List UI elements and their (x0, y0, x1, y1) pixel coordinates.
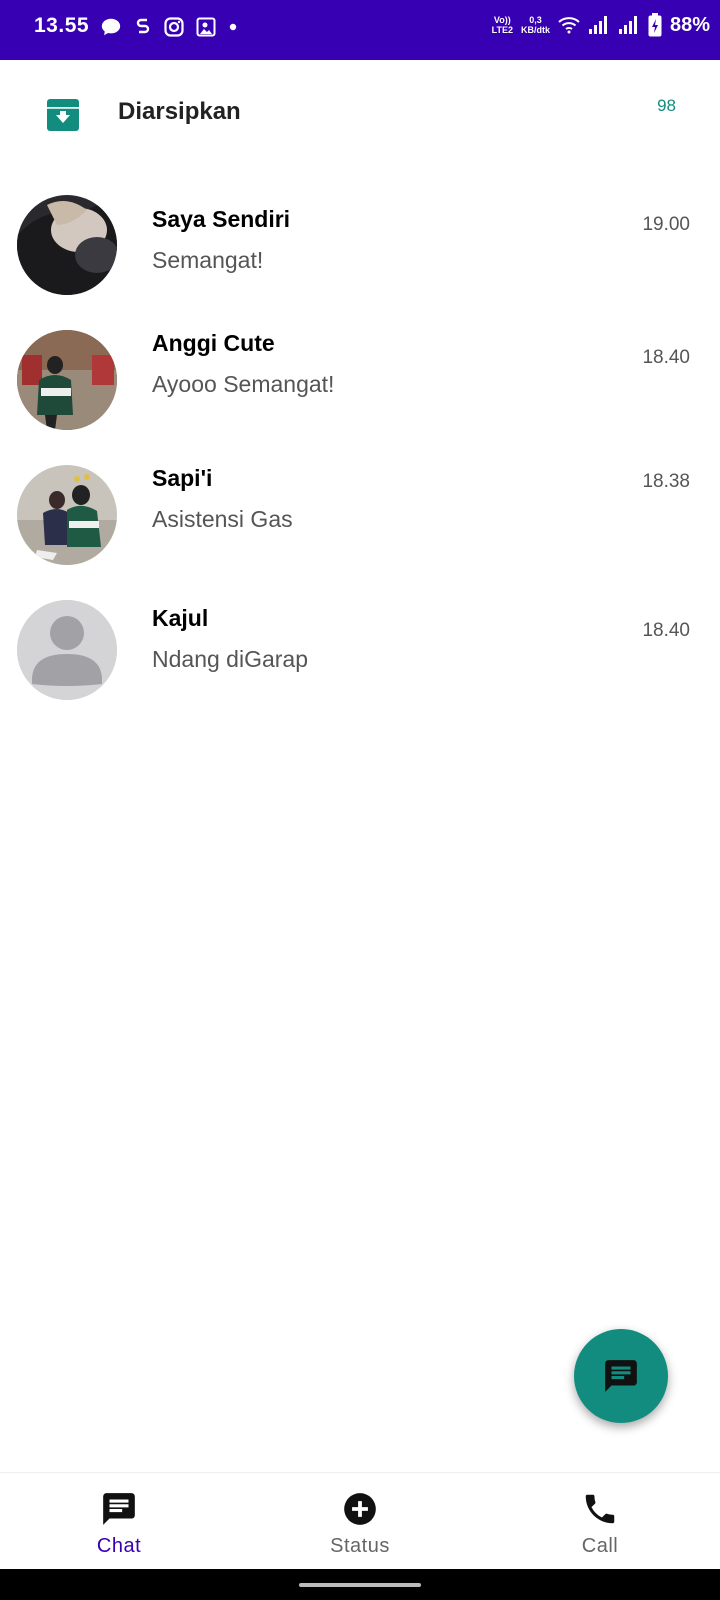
chat-name: Saya Sendiri (152, 206, 291, 232)
lte-label: LTE2 (491, 25, 513, 35)
chat-time: 19.00 (642, 214, 690, 235)
avatar-photo (17, 195, 117, 295)
wifi-icon (558, 17, 580, 34)
archived-chats-row[interactable]: Diarsipkan 98 (0, 60, 720, 170)
archived-label: Diarsipkan (118, 98, 241, 125)
volte-label: Vo)) (493, 15, 511, 25)
nav-status-label: Status (330, 1535, 390, 1557)
dot-icon (229, 23, 237, 31)
chat-last-message: Ayooo Semangat! (152, 371, 335, 397)
signal-icon-1 (588, 16, 607, 34)
avatar[interactable] (17, 465, 117, 565)
new-chat-button[interactable] (574, 1329, 668, 1423)
chat-last-message: Semangat! (152, 247, 264, 273)
data-speed-unit: KB/dtk (520, 25, 550, 35)
battery-percentage: 88% (669, 13, 710, 36)
message-bubble-icon (101, 18, 121, 36)
chat-item-kajul[interactable]: Kajul Ndang diGarap 18.40 (0, 585, 720, 715)
avatar-photo (17, 330, 117, 430)
avatar[interactable] (17, 600, 117, 700)
chat-name: Sapi'i (152, 465, 213, 491)
battery-charging-icon (648, 13, 662, 37)
bottom-navigation: Chat Status Call (0, 1472, 720, 1569)
chat-icon (103, 1493, 135, 1525)
nav-chat-label: Chat (96, 1535, 142, 1557)
sync-icon (136, 18, 150, 34)
chat-item-anggi-cute[interactable]: Anggi Cute Ayooo Semangat! 18.40 (0, 315, 720, 445)
chat-time: 18.38 (642, 471, 690, 492)
notification-icons (100, 16, 238, 38)
chat-name: Kajul (152, 605, 209, 631)
phone-icon (585, 1494, 615, 1524)
signal-icon-2 (618, 16, 637, 34)
chat-last-message: Asistensi Gas (152, 506, 293, 532)
new-chat-icon (605, 1360, 637, 1392)
nav-call-label: Call (581, 1535, 619, 1557)
gallery-icon (196, 17, 216, 37)
system-navigation-bar (0, 1569, 720, 1600)
archived-count: 98 (657, 96, 676, 115)
avatar[interactable] (17, 330, 117, 430)
data-speed-value: 0,3 (529, 15, 542, 25)
system-icons: Vo)) LTE2 0,3 KB/dtk 88% (492, 13, 710, 37)
chat-item-saya-sendiri[interactable]: Saya Sendiri Semangat! 19.00 (0, 180, 720, 310)
default-avatar-icon (17, 600, 117, 700)
chat-time: 18.40 (642, 347, 690, 368)
chat-item-sapii[interactable]: Sapi'i Asistensi Gas 18.38 (0, 450, 720, 580)
data-speed-indicator: 0,3 KB/dtk (521, 15, 550, 35)
chat-last-message: Ndang diGarap (152, 646, 308, 672)
nav-chat[interactable]: Chat (49, 1473, 189, 1570)
instagram-icon (164, 17, 184, 37)
avatar[interactable] (17, 195, 117, 295)
status-bar: 13.55 Vo)) LTE2 0,3 KB/dtk 88% (0, 0, 720, 60)
chat-time: 18.40 (642, 620, 690, 641)
home-gesture-handle[interactable] (299, 1583, 421, 1587)
avatar-photo (17, 465, 117, 565)
chat-name: Anggi Cute (152, 330, 275, 356)
add-circle-icon (344, 1493, 376, 1525)
archive-icon (47, 99, 79, 131)
volte-indicator: Vo)) LTE2 (492, 15, 513, 35)
nav-status[interactable]: Status (290, 1473, 430, 1570)
status-time: 13.55 (34, 14, 90, 37)
nav-call[interactable]: Call (530, 1473, 670, 1570)
